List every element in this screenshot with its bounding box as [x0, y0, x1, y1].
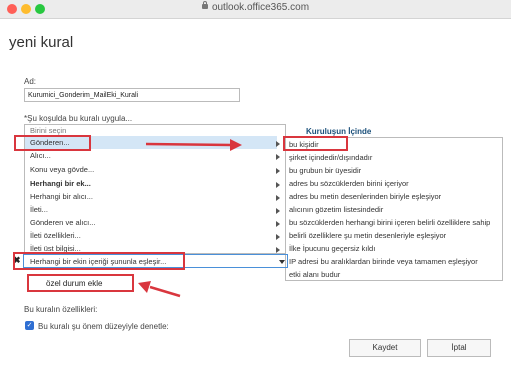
- annotation-arrow-line: [149, 285, 181, 298]
- annotation-arrowhead: [138, 281, 151, 293]
- cancel-button[interactable]: İptal: [427, 339, 491, 357]
- annotation-arrow-line: [145, 142, 233, 147]
- save-button[interactable]: Kaydet: [349, 339, 421, 357]
- audit-checkbox-label: Bu kuralı şu önem düzeyiyle denetle:: [38, 322, 169, 331]
- annotation-arrowhead: [230, 139, 242, 151]
- audit-checkbox[interactable]: ✓: [25, 321, 34, 330]
- properties-label: Bu kuralın özellikleri:: [24, 305, 98, 314]
